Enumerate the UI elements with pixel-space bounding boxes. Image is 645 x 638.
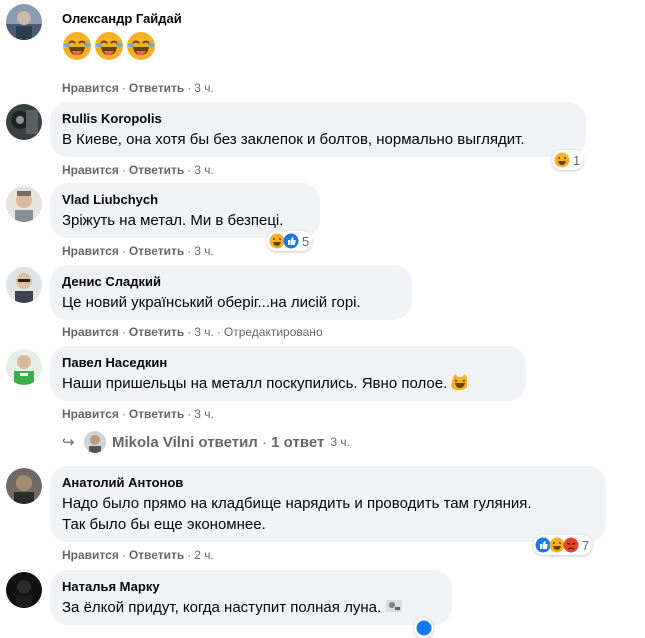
like-button[interactable]: Нравится — [62, 407, 119, 421]
comment-author[interactable]: Наталья Марку — [62, 579, 440, 595]
comment-author[interactable]: Денис Сладкий — [62, 274, 400, 290]
like-reaction-icon — [283, 233, 299, 249]
like-button[interactable]: Нравится — [62, 548, 119, 562]
laughing-cat-emoji-icon — [451, 374, 468, 390]
comment-text: Наши пришельцы на металл поскупились. Яв… — [62, 373, 514, 394]
moon-emoji-icon — [386, 600, 403, 612]
reaction-count: 7 — [582, 537, 590, 553]
like-reaction-icon — [416, 620, 432, 636]
reply-button[interactable]: Ответить — [129, 325, 184, 339]
reply-button[interactable]: Ответить — [129, 548, 184, 562]
angry-reaction-icon — [563, 537, 579, 553]
comment-actions: Нравится · Ответить · 3 ч. — [62, 163, 214, 177]
avatar[interactable] — [6, 186, 42, 222]
comment-bubble: Павел Наседкин Наши пришельцы на металл … — [50, 346, 526, 401]
like-button[interactable]: Нравится — [62, 163, 119, 177]
like-button[interactable]: Нравится — [62, 244, 119, 258]
comment-actions: Нравится · Ответить · 2 ч. — [62, 548, 214, 562]
avatar[interactable] — [6, 349, 42, 385]
reaction-count: 5 — [302, 233, 310, 249]
comment-text-line2: Так было бы еще экономнее. — [62, 516, 266, 533]
timestamp[interactable]: 3 ч. — [194, 81, 214, 95]
comment-text: Надо было прямо на кладбище нарядить и п… — [62, 495, 532, 512]
reply-button[interactable]: Ответить — [129, 407, 184, 421]
comment-bubble: Анатолий Антонов Надо было прямо на клад… — [50, 466, 606, 542]
comment-bubble: Денис Сладкий Це новий український обері… — [50, 265, 412, 320]
comment-author[interactable]: Vlad Liubchych — [62, 192, 308, 208]
reaction-summary[interactable]: 7 — [533, 535, 593, 555]
timestamp[interactable]: 3 ч. — [194, 163, 214, 177]
laughing-emoji-icon — [127, 32, 155, 60]
comment-bubble: Vlad Liubchych Зріжуть на метал. Ми в бе… — [50, 183, 320, 238]
comment-text: Зріжуть на метал. Ми в безпеці. — [62, 212, 284, 229]
laughing-emoji-icon — [63, 32, 91, 60]
comment-bubble: Олександр Гайдай — [62, 10, 182, 61]
view-replies-link[interactable]: ↪ Mikola Vilni ответил · 1 ответ 3 ч. — [62, 431, 350, 453]
reaction-count: 1 — [573, 152, 581, 168]
like-button[interactable]: Нравится — [62, 325, 119, 339]
comment-text: Це новий український оберіг...на лисій г… — [62, 294, 361, 311]
comment-actions: Нравится · Ответить · 3 ч. — [62, 407, 214, 421]
timestamp[interactable]: 3 ч. — [194, 325, 214, 339]
reply-button[interactable]: Ответить — [129, 81, 184, 95]
avatar[interactable] — [6, 4, 42, 40]
reaction-summary[interactable] — [414, 618, 433, 638]
reply-time: 3 ч. — [330, 435, 350, 449]
comment-author[interactable]: Анатолий Антонов — [62, 475, 594, 491]
reply-author-avatar — [84, 431, 106, 453]
haha-reaction-icon — [554, 152, 570, 168]
comment-actions: Нравится · Ответить · 3 ч. — [62, 244, 214, 258]
laughing-emoji-icon — [95, 32, 123, 60]
comment-text: За ёлкой придут, когда наступит полная л… — [62, 597, 440, 618]
reply-arrow-icon: ↪ — [62, 434, 75, 451]
reaction-summary[interactable]: 5 — [267, 231, 313, 251]
avatar[interactable] — [6, 267, 42, 303]
edited-label: Отредактировано — [223, 325, 323, 339]
reply-button[interactable]: Ответить — [129, 163, 184, 177]
comment-actions: Нравится · Ответить · 3 ч. · Отредактировано — [62, 325, 323, 339]
comment-text: В Киеве, она хотя бы без заклепок и болт… — [62, 131, 525, 148]
comment-actions: Нравится · Ответить · 3 ч. — [62, 81, 214, 95]
avatar[interactable] — [6, 468, 42, 504]
comment-bubble: Rullis Koropolis В Киеве, она хотя бы бе… — [50, 102, 586, 157]
reply-author: Mikola Vilni — [112, 433, 195, 451]
comment-author[interactable]: Олександр Гайдай — [62, 11, 182, 27]
reply-button[interactable]: Ответить — [129, 244, 184, 258]
timestamp[interactable]: 3 ч. — [194, 244, 214, 258]
avatar[interactable] — [6, 104, 42, 140]
reaction-summary[interactable]: 1 — [552, 150, 584, 170]
timestamp[interactable]: 3 ч. — [194, 407, 214, 421]
comment-bubble: Наталья Марку За ёлкой придут, когда нас… — [50, 570, 452, 625]
comment-author[interactable]: Rullis Koropolis — [62, 111, 574, 127]
avatar[interactable] — [6, 572, 42, 608]
comment-author[interactable]: Павел Наседкин — [62, 355, 514, 371]
like-button[interactable]: Нравится — [62, 81, 119, 95]
emoji-row — [62, 31, 182, 61]
timestamp[interactable]: 2 ч. — [194, 548, 214, 562]
reply-count: 1 ответ — [271, 433, 325, 451]
reply-verb: ответил — [198, 433, 258, 451]
